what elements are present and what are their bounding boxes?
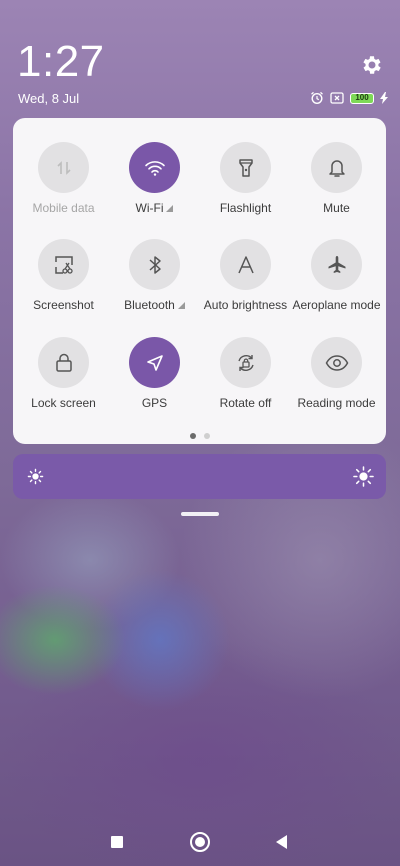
battery-icon: 100 <box>350 92 374 104</box>
clock[interactable]: 1:27 <box>17 37 105 87</box>
tile-label: Bluetooth <box>108 298 201 312</box>
sun-large-icon <box>353 466 374 487</box>
tile-gps[interactable]: GPS <box>108 337 201 410</box>
mobile-data-button[interactable] <box>38 142 89 193</box>
wifi-icon <box>144 160 165 176</box>
tile-label: Rotate off <box>219 396 272 410</box>
sun-small-icon <box>27 468 44 485</box>
battery-level: 100 <box>355 93 369 102</box>
tile-aeroplane-mode[interactable]: Aeroplane mode <box>290 239 383 312</box>
tile-auto-brightness[interactable]: Auto brightness <box>199 239 292 312</box>
back-button[interactable] <box>276 835 287 849</box>
tile-label: Screenshot <box>33 298 94 312</box>
eye-icon <box>325 354 348 371</box>
location-arrow-icon <box>146 354 163 371</box>
tile-label-text: Bluetooth <box>124 298 175 312</box>
tile-flashlight[interactable]: Flashlight <box>199 142 292 215</box>
tile-bluetooth[interactable]: Bluetooth <box>108 239 201 312</box>
airplane-icon <box>328 255 345 273</box>
home-button-dot <box>195 837 205 847</box>
status-icons: 100 <box>310 91 388 105</box>
brightness-slider[interactable] <box>13 454 386 499</box>
lock-icon <box>55 353 72 372</box>
quick-settings-panel: Mobile data Wi-Fi Flashlight Mute Screen… <box>13 118 386 444</box>
bluetooth-icon <box>148 255 161 274</box>
tile-label: GPS <box>141 396 168 410</box>
tile-reading-mode[interactable]: Reading mode <box>290 337 383 410</box>
tile-screenshot[interactable]: Screenshot <box>17 239 110 312</box>
tile-label: Mobile data <box>32 201 95 215</box>
flashlight-button[interactable] <box>220 142 271 193</box>
bluetooth-button[interactable] <box>129 239 180 290</box>
tile-lock-screen[interactable]: Lock screen <box>17 337 110 410</box>
tile-label-text: Wi-Fi <box>135 201 164 215</box>
aeroplane-mode-button[interactable] <box>311 239 362 290</box>
tile-mute[interactable]: Mute <box>290 142 383 215</box>
mobile-data-icon <box>56 160 71 175</box>
tile-label: Wi-Fi <box>108 201 201 215</box>
page-dot[interactable] <box>203 433 210 439</box>
drag-handle[interactable] <box>181 512 219 516</box>
lock-screen-button[interactable] <box>38 337 89 388</box>
home-button[interactable] <box>190 832 210 852</box>
tile-label: Reading mode <box>297 396 376 410</box>
gear-icon[interactable] <box>360 53 384 77</box>
tile-label: Flashlight <box>219 201 272 215</box>
auto-brightness-icon <box>237 255 254 273</box>
reading-mode-button[interactable] <box>311 337 362 388</box>
auto-brightness-button[interactable] <box>220 239 271 290</box>
gps-button[interactable] <box>129 337 180 388</box>
rotation-lock-icon <box>237 354 254 371</box>
tile-wifi[interactable]: Wi-Fi <box>108 142 201 215</box>
tile-label: Aeroplane mode <box>292 298 381 312</box>
alarm-icon <box>311 91 323 105</box>
flashlight-icon <box>238 158 253 177</box>
tile-label: Lock screen <box>31 396 96 410</box>
screenshot-icon <box>54 255 73 274</box>
screenshot-button[interactable] <box>38 239 89 290</box>
expand-arrow-icon[interactable] <box>177 301 185 309</box>
rotate-button[interactable] <box>220 337 271 388</box>
bell-icon <box>328 159 345 177</box>
charging-bolt-icon <box>380 92 388 104</box>
mute-button[interactable] <box>311 142 362 193</box>
no-sim-icon <box>330 92 344 104</box>
page-dot-active[interactable] <box>189 433 196 439</box>
expand-arrow-icon[interactable] <box>166 204 174 212</box>
tile-label: Mute <box>323 201 350 215</box>
wifi-button[interactable] <box>129 142 180 193</box>
date[interactable]: Wed, 8 Jul <box>18 91 79 106</box>
tile-rotate[interactable]: Rotate off <box>199 337 292 410</box>
page-indicator <box>13 433 386 439</box>
tile-label: Auto brightness <box>203 298 288 312</box>
recents-button[interactable] <box>111 836 123 848</box>
tile-mobile-data[interactable]: Mobile data <box>17 142 110 215</box>
